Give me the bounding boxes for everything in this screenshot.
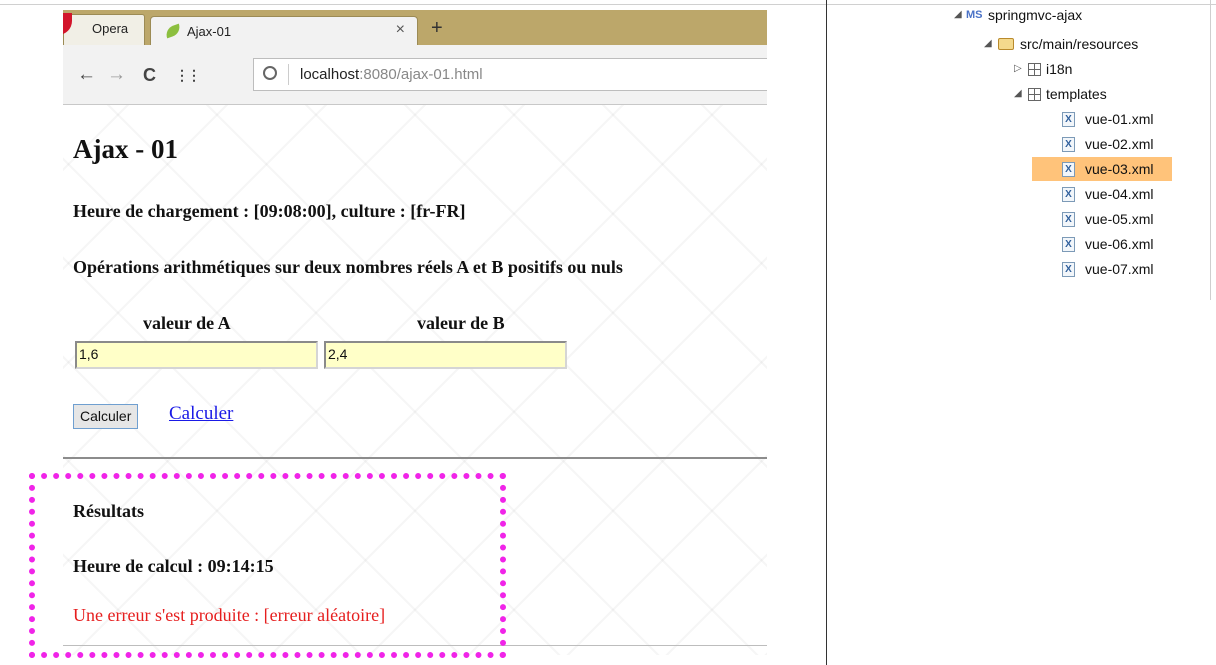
address-separator — [288, 64, 289, 85]
tree-label: src/main/resources — [1020, 36, 1139, 52]
tree-item-file[interactable]: X vue-01.xml — [1032, 107, 1172, 131]
panel-divider — [826, 0, 827, 665]
tree-label: vue-01.xml — [1085, 111, 1154, 127]
separator-line-bottom — [63, 645, 767, 646]
results-title: Résultats — [73, 501, 144, 521]
expand-icon[interactable]: ◢ — [954, 3, 962, 27]
xml-file-icon: X — [1062, 212, 1075, 227]
tree-item-i18n[interactable]: ▷ i18n — [1014, 57, 1134, 81]
package-icon — [1028, 88, 1041, 101]
collapse-icon[interactable]: ▷ — [1014, 57, 1022, 81]
xml-file-icon: X — [1062, 162, 1075, 177]
tree-item-templates[interactable]: ◢ templates — [1014, 82, 1154, 106]
tree-item-file[interactable]: X vue-04.xml — [1032, 182, 1172, 206]
back-icon[interactable]: ← — [77, 65, 96, 85]
tree-item-file-selected[interactable]: X vue-03.xml — [1032, 157, 1172, 181]
description: Opérations arithmétiques sur deux nombre… — [73, 257, 623, 277]
tree-item-file[interactable]: X vue-07.xml — [1032, 257, 1172, 281]
tab-label: Ajax-01 — [187, 24, 232, 39]
calculate-button[interactable]: Calculer — [73, 404, 139, 429]
tab-bar: Opera Ajax-01 × + — [63, 10, 767, 45]
url-path: :8080/ajax-01.html — [359, 66, 483, 83]
forward-icon[interactable]: → — [107, 65, 126, 85]
tree-label: vue-04.xml — [1085, 186, 1154, 202]
package-icon — [1028, 63, 1041, 76]
tree-label: vue-03.xml — [1085, 161, 1154, 177]
xml-file-icon: X — [1062, 187, 1075, 202]
opera-logo-icon — [63, 13, 72, 35]
tree-label: vue-05.xml — [1085, 211, 1154, 227]
load-info: Heure de chargement : [09:08:00], cultur… — [73, 201, 466, 221]
expand-icon[interactable]: ◢ — [984, 32, 992, 56]
label-b: valeur de B — [417, 313, 505, 333]
tab-label: Opera — [92, 21, 129, 36]
address-bar[interactable]: localhost:8080/ajax-01.html — [253, 58, 767, 91]
xml-file-icon: X — [1062, 137, 1075, 152]
spring-leaf-icon — [163, 23, 183, 39]
speed-dial-icon[interactable]: ⋮⋮ — [175, 65, 201, 85]
close-tab-icon[interactable]: × — [396, 21, 405, 39]
xml-file-icon: X — [1062, 262, 1075, 277]
tree-item-file[interactable]: X vue-06.xml — [1032, 232, 1172, 256]
calculate-link[interactable]: Calculer — [169, 403, 233, 425]
input-a[interactable]: 1,6 — [75, 341, 318, 369]
tree-item-project[interactable]: ◢ MS springmvc-ajax — [954, 3, 1154, 27]
reload-icon[interactable]: C — [143, 65, 156, 85]
url-text: localhost:8080/ajax-01.html — [300, 66, 483, 83]
separator-line — [63, 457, 767, 459]
error-message: Une erreur s'est produite : [erreur aléa… — [73, 605, 386, 625]
globe-icon — [263, 66, 277, 80]
tree-item-file[interactable]: X vue-02.xml — [1032, 132, 1172, 156]
page-title: Ajax - 01 — [73, 134, 178, 164]
tree-label: vue-02.xml — [1085, 136, 1154, 152]
tree-label: templates — [1046, 86, 1107, 102]
tree-item-source-folder[interactable]: ◢ src/main/resources — [984, 32, 1184, 56]
tree-label: springmvc-ajax — [988, 7, 1083, 23]
tree-label: vue-07.xml — [1085, 261, 1154, 277]
xml-file-icon: X — [1062, 112, 1075, 127]
panel-right-edge — [1210, 0, 1211, 300]
xml-file-icon: X — [1062, 237, 1075, 252]
input-b[interactable]: 2,4 — [324, 341, 567, 369]
page-content: Ajax - 01 Heure de chargement : [09:08:0… — [63, 105, 767, 655]
tree-label: i18n — [1046, 61, 1073, 77]
tab-opera[interactable]: Opera — [63, 13, 145, 45]
tab-ajax-01[interactable]: Ajax-01 × — [150, 16, 418, 45]
new-tab-button[interactable]: + — [431, 17, 443, 40]
browser-window: Opera Ajax-01 × + ← → C ⋮⋮ localhost:808… — [63, 10, 767, 655]
expand-icon[interactable]: ◢ — [1014, 82, 1022, 106]
browser-toolbar: ← → C ⋮⋮ localhost:8080/ajax-01.html — [63, 45, 767, 105]
source-folder-icon — [998, 38, 1014, 50]
label-a: valeur de A — [143, 313, 231, 333]
project-icon: MS — [966, 9, 983, 21]
calc-time: Heure de calcul : 09:14:15 — [73, 556, 274, 576]
tree-item-file[interactable]: X vue-05.xml — [1032, 207, 1172, 231]
tree-label: vue-06.xml — [1085, 236, 1154, 252]
url-host: localhost — [300, 66, 360, 83]
